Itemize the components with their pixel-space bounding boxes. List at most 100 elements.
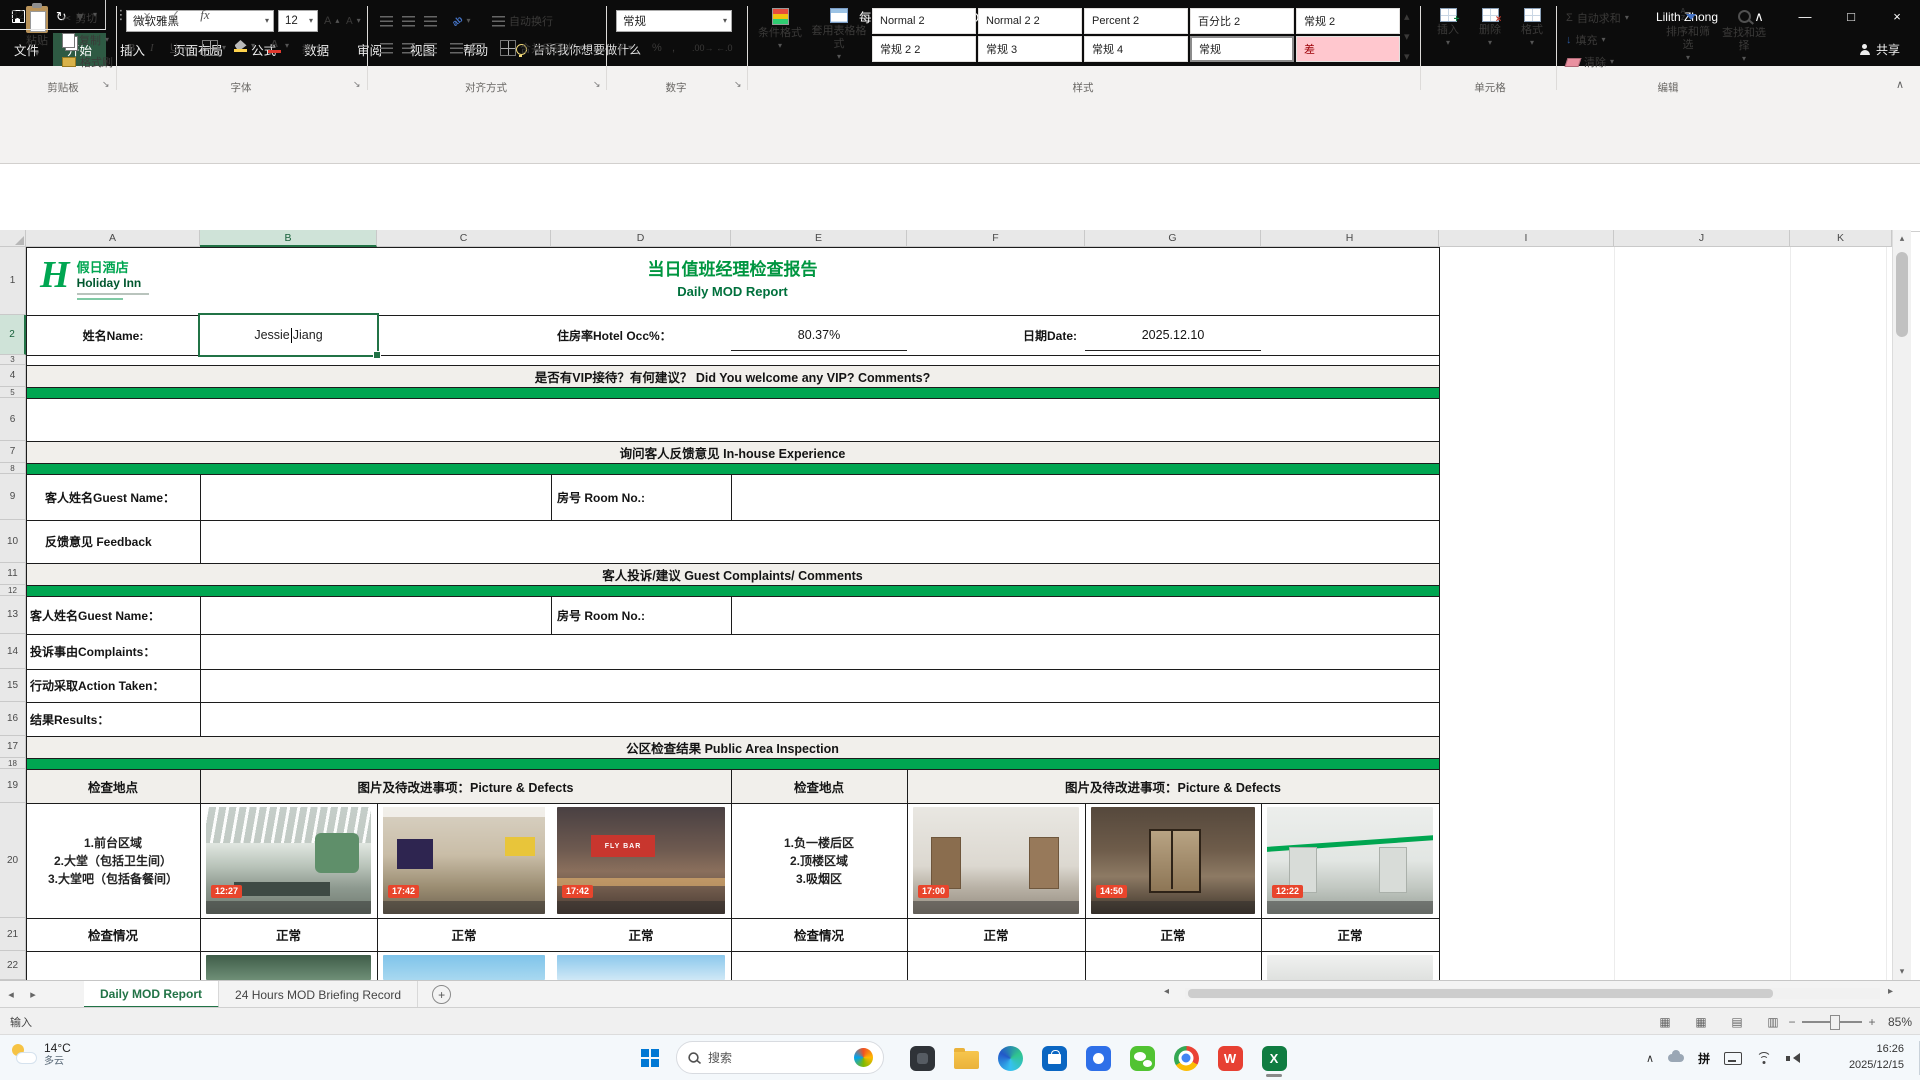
taskbar-app-excel[interactable]: X	[1254, 1038, 1294, 1078]
row-header[interactable]: 21	[0, 918, 26, 951]
bold-button[interactable]: B	[128, 38, 135, 58]
row-header[interactable]: 12	[0, 585, 26, 596]
column-header[interactable]: G	[1085, 230, 1261, 247]
cell-style-chip[interactable]: 常规 4	[1084, 36, 1188, 62]
column-header[interactable]: J	[1614, 230, 1790, 247]
cell-complaint-room-no[interactable]	[731, 596, 1439, 634]
start-button[interactable]	[632, 1040, 668, 1076]
column-header[interactable]: C	[377, 230, 551, 247]
zoom-level[interactable]: 85%	[1882, 1008, 1918, 1035]
taskbar-app-blue[interactable]	[1078, 1038, 1118, 1078]
column-header[interactable]: K	[1790, 230, 1892, 247]
row-header[interactable]: 9	[0, 474, 26, 520]
increase-decimal-icon[interactable]: .00→	[692, 38, 714, 58]
increase-indent-icon[interactable]	[472, 38, 485, 58]
row-header[interactable]: 5	[0, 387, 26, 398]
row-header[interactable]: 15	[0, 669, 26, 702]
column-header[interactable]: A	[26, 230, 200, 247]
number-dialog-launcher-icon[interactable]: ↘	[734, 79, 742, 90]
insert-function-icon[interactable]: fx	[192, 0, 218, 30]
fill-handle[interactable]	[373, 351, 381, 359]
copy-button[interactable]: 复制 ▾	[62, 30, 109, 50]
confirm-entry-icon[interactable]: ✓	[162, 0, 188, 30]
row-header[interactable]: 17	[0, 736, 26, 758]
sheet-nav-right-icon[interactable]: ▸	[22, 981, 44, 1008]
page-layout-view-icon[interactable]: ▤	[1722, 1008, 1752, 1035]
sheet-tab-24h-briefing[interactable]: 24 Hours MOD Briefing Record	[219, 981, 419, 1008]
clock[interactable]: 16:26 2025/12/15	[1849, 1041, 1904, 1073]
normal-view-icon[interactable]: ▦	[1686, 1008, 1716, 1035]
row-header[interactable]: 16	[0, 702, 26, 736]
status-ok[interactable]: 正常	[1261, 918, 1439, 951]
cell-style-chip[interactable]: 常规 3	[978, 36, 1082, 62]
row-header[interactable]: 14	[0, 634, 26, 669]
borders-button[interactable]: ▾	[202, 38, 226, 58]
search-box[interactable]: 搜索	[676, 1041, 884, 1074]
format-painter-button[interactable]: 格式刷	[62, 52, 113, 72]
row-header[interactable]: 1	[0, 247, 26, 315]
row-header[interactable]: 18	[0, 758, 26, 769]
sheet-nav-left-icon[interactable]: ◂	[0, 981, 22, 1008]
date-value[interactable]: 2025.12.10	[1085, 315, 1261, 355]
comma-style-button[interactable]: ,	[672, 38, 675, 58]
underline-dropdown-icon[interactable]: ▾	[184, 45, 188, 53]
new-sheet-icon[interactable]: +	[432, 985, 452, 1004]
decrease-indent-icon[interactable]	[450, 38, 463, 58]
select-all-corner[interactable]	[0, 230, 26, 247]
formula-bar-drag-icon[interactable]: ⋮	[108, 0, 134, 30]
cancel-entry-icon[interactable]: ×	[134, 0, 160, 30]
speaker-icon[interactable]	[1786, 1052, 1801, 1064]
name-box[interactable]: B2 ▾	[0, 0, 106, 30]
row-header[interactable]: 3	[0, 355, 26, 365]
font-dialog-launcher-icon[interactable]: ↘	[353, 79, 361, 90]
formula-input[interactable]	[228, 0, 1920, 30]
row-header[interactable]: 22	[0, 951, 26, 980]
macro-record-icon[interactable]: ▦	[1650, 1008, 1680, 1035]
name-box-dropdown-icon[interactable]: ▾	[93, 10, 97, 19]
status-ok[interactable]: 正常	[200, 918, 377, 951]
scroll-up-icon[interactable]: ▴	[1893, 230, 1911, 247]
horizontal-scroll-thumb[interactable]	[1188, 989, 1773, 998]
underline-button[interactable]: U	[170, 38, 178, 58]
alignment-dialog-launcher-icon[interactable]: ↘	[593, 79, 601, 90]
horizontal-scrollbar[interactable]	[1185, 988, 1880, 999]
tray-chevron-icon[interactable]: ∧	[1646, 1052, 1654, 1065]
collapse-ribbon-icon[interactable]: ∧	[1896, 78, 1904, 91]
row-header[interactable]: 10	[0, 520, 26, 563]
align-left-icon[interactable]	[380, 38, 393, 58]
weather-widget[interactable]: 14°C 多云	[10, 1041, 71, 1069]
status-ok[interactable]: 正常	[377, 918, 551, 951]
column-header[interactable]: I	[1439, 230, 1614, 247]
zoom-in-icon[interactable]: +	[1864, 1008, 1880, 1035]
fill-color-button[interactable]: ▾	[234, 36, 255, 56]
touch-keyboard-icon[interactable]	[1724, 1051, 1743, 1065]
phonetic-button[interactable]: 拼 ▾	[302, 38, 320, 58]
row-header[interactable]: 4	[0, 365, 26, 387]
row-header[interactable]: 7	[0, 441, 26, 463]
cell-vip-comments[interactable]	[26, 398, 1439, 441]
align-right-icon[interactable]	[424, 38, 437, 58]
hscroll-right-icon[interactable]: ▸	[1888, 986, 1893, 997]
row-header[interactable]: 20	[0, 803, 26, 918]
hscroll-left-icon[interactable]: ◂	[1164, 986, 1169, 997]
clipboard-dialog-launcher-icon[interactable]: ↘	[102, 79, 110, 90]
vertical-scroll-thumb[interactable]	[1896, 252, 1908, 337]
cell-guest-name[interactable]	[200, 474, 551, 520]
column-header[interactable]: D	[551, 230, 731, 247]
row-header[interactable]: 6	[0, 398, 26, 441]
styles-more-icon[interactable]: ▾	[1404, 46, 1410, 66]
cloud-icon[interactable]	[1668, 1050, 1685, 1062]
taskbar-app-store[interactable]	[1034, 1038, 1074, 1078]
scroll-down-icon[interactable]: ▾	[1893, 963, 1911, 980]
taskbar-app-taskview[interactable]	[902, 1038, 942, 1078]
column-header[interactable]: H	[1261, 230, 1439, 247]
column-header[interactable]: F	[907, 230, 1085, 247]
cell-style-chip-bad[interactable]: 差	[1296, 36, 1400, 62]
zoom-slider-knob[interactable]	[1830, 1015, 1840, 1030]
percent-style-button[interactable]: %	[652, 38, 662, 58]
row-header[interactable]: 8	[0, 463, 26, 474]
sheet-tab-daily-mod-report[interactable]: Daily MOD Report	[84, 981, 220, 1008]
row-header[interactable]: 19	[0, 769, 26, 803]
status-ok[interactable]: 正常	[907, 918, 1085, 951]
cell-style-chip[interactable]: 常规 2 2	[872, 36, 976, 62]
